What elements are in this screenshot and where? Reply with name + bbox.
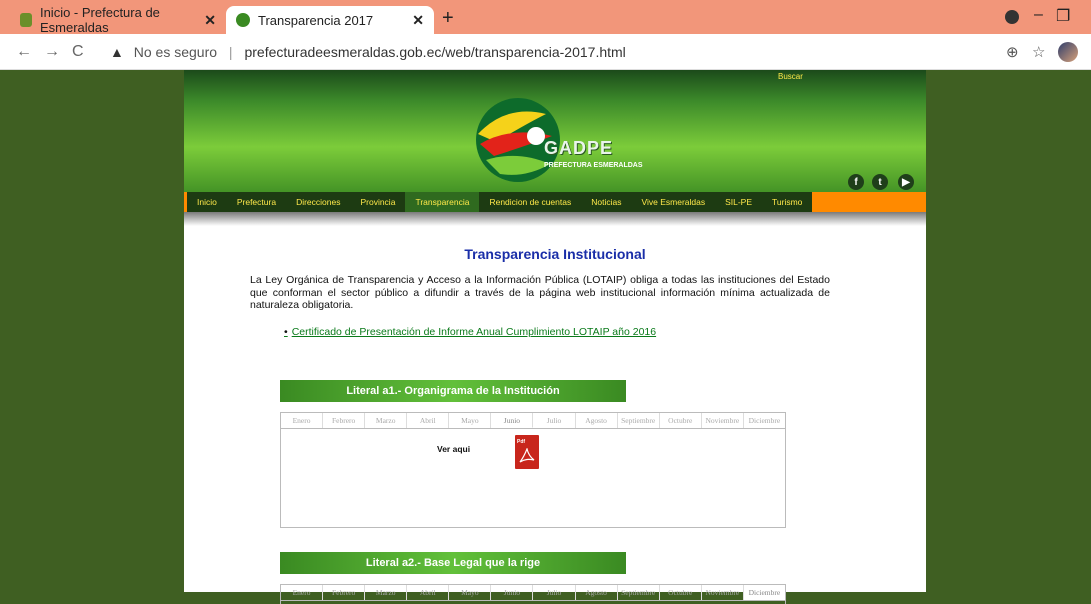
month-tab[interactable]: Agosto <box>576 413 618 428</box>
facebook-icon[interactable]: f <box>848 174 864 190</box>
twitter-icon[interactable]: t <box>872 174 888 190</box>
youtube-icon[interactable]: ▶ <box>898 174 914 190</box>
month-tab-selected[interactable]: Diciembre <box>743 585 785 600</box>
pdf-icon[interactable]: Pdf <box>515 435 539 469</box>
header-divider <box>184 212 926 226</box>
month-tab[interactable]: Enero <box>281 585 324 600</box>
minimize-icon[interactable]: – <box>1034 6 1043 24</box>
month-tab[interactable]: Mayo <box>449 413 492 428</box>
nav-filler <box>812 192 926 212</box>
url-separator: | <box>228 44 233 60</box>
site-container: Buscar GADPE PREFECTURA ESMERALDAS f t ▶… <box>184 70 926 604</box>
nav-item[interactable]: Rendicion de cuentas <box>479 192 581 212</box>
month-tab[interactable]: Octubre <box>660 413 702 428</box>
tab-title: Transparencia 2017 <box>258 12 374 28</box>
month-tab[interactable]: Julio <box>533 585 576 600</box>
site-header: Buscar GADPE PREFECTURA ESMERALDAS f t ▶… <box>184 70 926 212</box>
month-tab-selected[interactable]: Junio <box>491 413 534 428</box>
zoom-icon[interactable]: ⊕ <box>1006 43 1019 61</box>
month-tab[interactable]: Agosto <box>576 585 618 600</box>
literal-a2-header: Literal a2.- Base Legal que la rige <box>280 552 626 574</box>
warning-icon: ▲ <box>110 44 124 60</box>
month-tabs: Enero Febrero Marzo Abril Mayo Junio Jul… <box>281 585 785 601</box>
main-nav: Inicio Prefectura Direcciones Provincia … <box>184 192 926 212</box>
nav-item[interactable]: SIL-PE <box>715 192 762 212</box>
month-tab[interactable]: Abril <box>407 413 450 428</box>
avatar[interactable] <box>1058 42 1078 62</box>
month-tab[interactable]: Septiembre <box>618 413 660 428</box>
certificate-link[interactable]: • Certificado de Presentación de Informe … <box>284 326 656 338</box>
close-tab-icon[interactable]: ✕ <box>204 12 216 29</box>
month-tab[interactable]: Noviembre <box>702 413 744 428</box>
month-tab[interactable]: Junio <box>491 585 534 600</box>
month-tab[interactable]: Julio <box>533 413 576 428</box>
literal-a1-header: Literal a1.- Organigrama de la Instituci… <box>280 380 626 402</box>
literal-a1-panel: Enero Febrero Marzo Abril Mayo Junio Jul… <box>280 412 786 528</box>
nav-item[interactable]: Direcciones <box>286 192 350 212</box>
month-tab[interactable]: Febrero <box>323 413 366 428</box>
address-bar: ← → C ▲ No es seguro | prefecturadeesmer… <box>0 34 1091 70</box>
month-tab[interactable]: Marzo <box>365 585 408 600</box>
tab-title: Inicio - Prefectura de Esmeraldas <box>39 5 160 35</box>
nav-item[interactable]: Vive Esmeraldas <box>631 192 715 212</box>
new-tab-icon[interactable]: + <box>442 7 454 30</box>
month-tabs: Enero Febrero Marzo Abril Mayo Junio Jul… <box>281 413 785 429</box>
search-link[interactable]: Buscar <box>778 72 803 81</box>
site-favicon-icon <box>236 13 250 27</box>
site-favicon-icon <box>20 13 32 27</box>
nav-item-active[interactable]: Transparencia <box>405 192 480 212</box>
page-viewport: Buscar GADPE PREFECTURA ESMERALDAS f t ▶… <box>0 70 1091 604</box>
pdf-tag: Pdf <box>517 439 526 445</box>
browser-tab-strip: Inicio - Prefectura de Esmeraldas ✕ Tran… <box>0 0 1091 35</box>
bullet: • <box>284 326 288 338</box>
forward-icon[interactable]: → <box>44 43 60 61</box>
back-icon[interactable]: ← <box>16 43 32 61</box>
logo-subtext: PREFECTURA ESMERALDAS <box>544 162 643 169</box>
acrobat-icon <box>519 448 535 463</box>
nav-item[interactable]: Provincia <box>350 192 405 212</box>
month-tab[interactable]: Marzo <box>365 413 408 428</box>
page-title: Transparencia Institucional <box>464 246 646 262</box>
nav-item[interactable]: Noticias <box>581 192 631 212</box>
month-tab[interactable]: Noviembre <box>702 585 744 600</box>
url-field[interactable]: ▲ No es seguro | prefecturadeesmeraldas.… <box>110 44 626 60</box>
nav-item[interactable]: Prefectura <box>227 192 286 212</box>
reload-icon[interactable]: C <box>72 43 84 61</box>
literal-a2-panel: Enero Febrero Marzo Abril Mayo Junio Jul… <box>280 584 786 604</box>
profile-icon[interactable] <box>1005 10 1019 24</box>
star-icon[interactable]: ☆ <box>1032 43 1045 61</box>
security-label: No es seguro <box>133 44 218 60</box>
url-text: prefecturadeesmeraldas.gob.ec/web/transp… <box>244 44 626 60</box>
restore-icon[interactable]: ❐ <box>1056 6 1070 26</box>
nav-item[interactable]: Inicio <box>184 192 227 212</box>
close-tab-icon[interactable]: ✕ <box>412 12 424 29</box>
month-tab[interactable]: Octubre <box>660 585 702 600</box>
tab-transparencia[interactable]: Transparencia 2017 ✕ <box>226 6 434 34</box>
month-tab[interactable]: Febrero <box>323 585 366 600</box>
view-label[interactable]: Ver aqui <box>437 444 470 454</box>
month-tab[interactable]: Enero <box>281 413 324 428</box>
month-tab[interactable]: Mayo <box>449 585 492 600</box>
certificate-link-text[interactable]: Certificado de Presentación de Informe A… <box>292 326 656 338</box>
logo-text: GADPE <box>544 138 614 158</box>
nav-item[interactable]: Turismo <box>762 192 812 212</box>
month-tab[interactable]: Diciembre <box>744 413 785 428</box>
intro-paragraph: La Ley Orgánica de Transparencia y Acces… <box>250 274 830 311</box>
tab-inicio[interactable]: Inicio - Prefectura de Esmeraldas ✕ <box>10 5 226 35</box>
month-tab[interactable]: Abril <box>407 585 450 600</box>
month-tab[interactable]: Septiembre <box>618 585 660 600</box>
